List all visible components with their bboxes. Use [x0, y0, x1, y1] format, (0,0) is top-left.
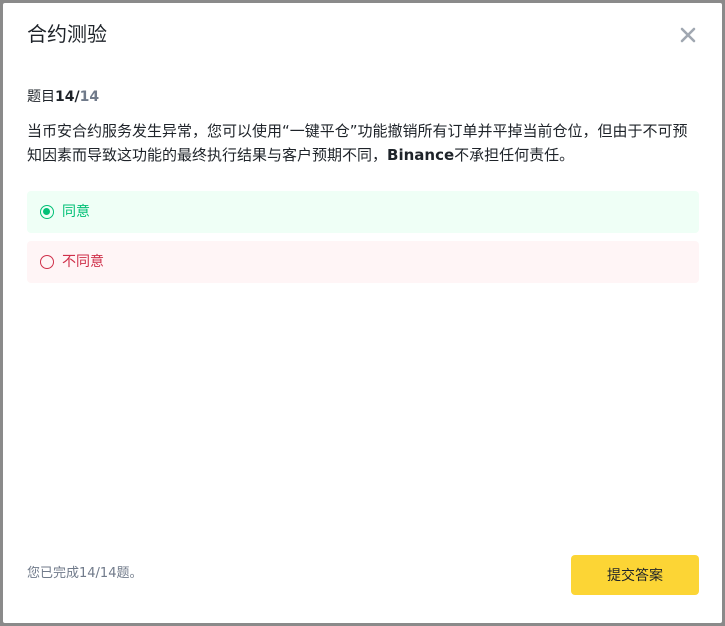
modal-title: 合约测验: [27, 22, 107, 46]
option-disagree[interactable]: 不同意: [27, 241, 699, 283]
question-brand: Binance: [387, 146, 455, 164]
close-icon: [680, 27, 696, 43]
close-button[interactable]: [678, 25, 698, 45]
question-text: 当币安合约服务发生异常，您可以使用“一键平仓”功能撤销所有订单并平掉当前仓位，但…: [27, 119, 692, 167]
option-agree[interactable]: 同意: [27, 191, 699, 233]
quiz-modal: 合约测验 题目14/14 当币安合约服务发生异常，您可以使用“一键平仓”功能撤销…: [3, 3, 722, 623]
progress-current: 14/: [55, 89, 80, 105]
progress-prefix: 题目: [27, 89, 55, 105]
radio-checked-icon[interactable]: [40, 205, 54, 219]
question-text-after: 不承担任何责任。: [454, 146, 575, 164]
progress-total: 14: [79, 89, 100, 105]
question-text-before: 当币安合约服务发生异常，您可以使用“一键平仓”功能撤销所有订单并平掉当前仓位，但…: [27, 122, 688, 164]
completion-status: 您已完成14/14题。: [27, 566, 143, 581]
radio-unchecked-icon[interactable]: [40, 255, 54, 269]
question-progress: 题目14/14: [27, 87, 99, 107]
submit-answer-button[interactable]: 提交答案: [571, 555, 699, 595]
option-disagree-label: 不同意: [62, 254, 104, 270]
option-agree-label: 同意: [62, 204, 90, 220]
